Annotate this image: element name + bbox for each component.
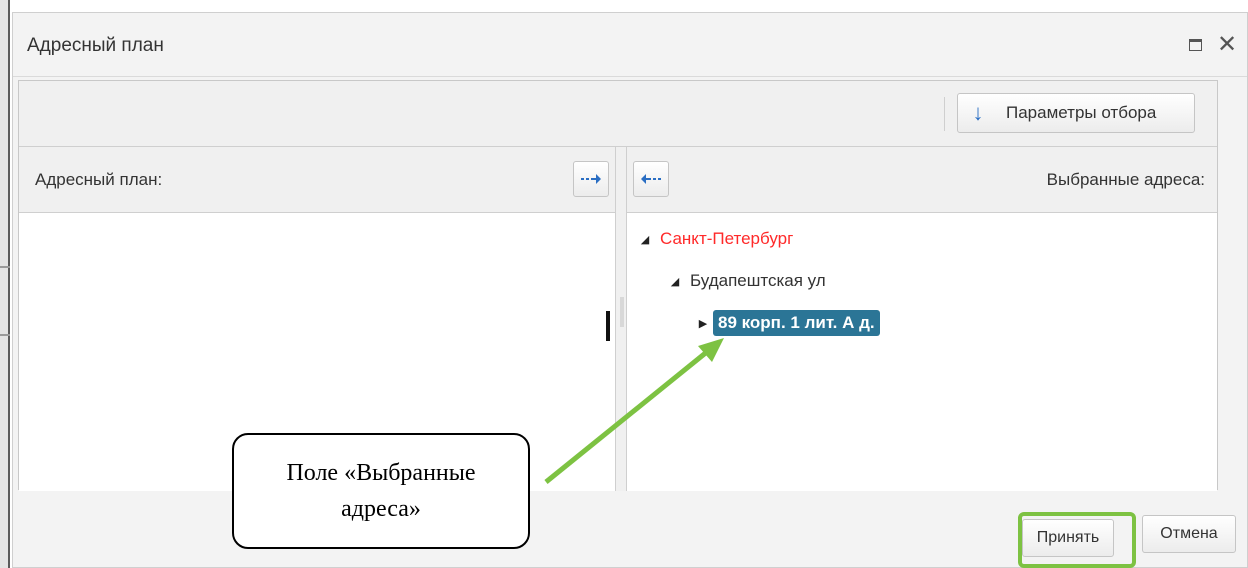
arrow-right-icon xyxy=(581,174,601,184)
filter-parameters-label: Параметры отбора xyxy=(1006,103,1157,122)
tree-node-house[interactable]: ▶ 89 корп. 1 лит. А д. xyxy=(693,307,880,339)
address-plan-header: Адресный план: xyxy=(19,147,615,213)
cancel-button[interactable]: Отмена xyxy=(1142,515,1236,553)
text-cursor-mark xyxy=(606,311,610,341)
tree-node-label-selected[interactable]: 89 корп. 1 лит. А д. xyxy=(713,310,880,336)
window-frame-top xyxy=(0,0,1248,12)
close-button[interactable]: ✕ xyxy=(1215,31,1239,59)
expanded-triangle-icon[interactable]: ◢ xyxy=(665,275,685,288)
filter-toolbar: ↓ Параметры отбора xyxy=(19,81,1217,147)
callout-line-1: Поле «Выбранные xyxy=(286,460,476,486)
selected-addresses-panel: Выбранные адреса: ◢ Санкт-Петербург ◢ Бу… xyxy=(627,147,1217,491)
tree-node-street[interactable]: ◢ Будапештская ул xyxy=(665,265,831,297)
accept-button[interactable]: Принять xyxy=(1022,519,1114,557)
frame-tick xyxy=(0,266,10,268)
arrow-down-icon: ↓ xyxy=(972,100,984,125)
frame-tick xyxy=(0,334,10,336)
callout-selected-addresses: Поле «Выбранные адреса» xyxy=(232,433,530,549)
close-icon: ✕ xyxy=(1216,31,1238,58)
selected-addresses-header: Выбранные адреса: xyxy=(627,147,1217,213)
move-right-button[interactable] xyxy=(573,161,609,197)
maximize-icon xyxy=(1188,39,1202,51)
address-plan-title: Адресный план: xyxy=(35,170,163,189)
toolbar-separator xyxy=(944,97,945,131)
tree-node-label[interactable]: Санкт-Петербург xyxy=(655,226,798,252)
dialog-content: ↓ Параметры отбора Адресный план: Выбран… xyxy=(18,80,1218,491)
collapsed-triangle-icon[interactable]: ▶ xyxy=(693,317,713,330)
tree-node-label[interactable]: Будапештская ул xyxy=(685,268,831,294)
move-left-button[interactable] xyxy=(633,161,669,197)
callout-line-2: адреса» xyxy=(341,496,421,522)
selected-addresses-title: Выбранные адреса: xyxy=(1046,170,1205,189)
tree-node-city[interactable]: ◢ Санкт-Петербург xyxy=(635,223,798,255)
dialog-title: Адресный план xyxy=(27,35,164,56)
window-frame-left xyxy=(0,0,10,568)
splitter-grip[interactable] xyxy=(620,297,624,327)
arrow-left-icon xyxy=(641,174,661,184)
maximize-button[interactable] xyxy=(1183,31,1207,59)
panel-splitter[interactable] xyxy=(615,147,627,491)
filter-parameters-button[interactable]: ↓ Параметры отбора xyxy=(957,93,1195,133)
dialog-titlebar: Адресный план ✕ xyxy=(13,13,1247,77)
expanded-triangle-icon[interactable]: ◢ xyxy=(635,233,655,246)
